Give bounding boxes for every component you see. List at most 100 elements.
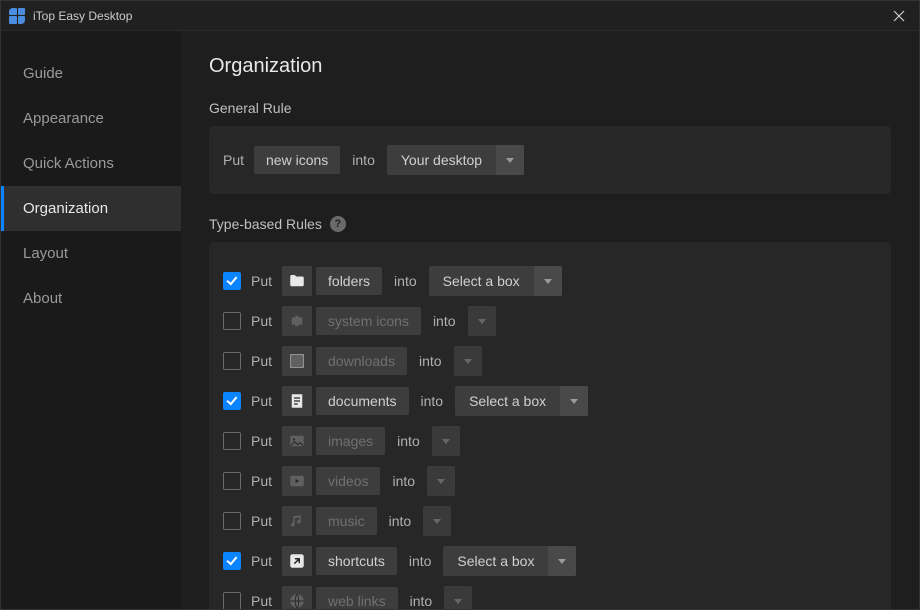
music-icon <box>282 506 312 536</box>
into-label: into <box>392 473 415 489</box>
shortcut-icon <box>282 546 312 576</box>
chevron-down-icon <box>496 145 524 175</box>
sidebar-item-about[interactable]: About <box>1 276 181 321</box>
rule-target-select[interactable]: Select a box <box>429 266 562 296</box>
into-label: into <box>409 553 432 569</box>
rule-checkbox[interactable] <box>223 432 241 450</box>
globe-icon <box>282 586 312 609</box>
chevron-down-icon <box>454 346 482 376</box>
rule-row-system-icons: Put system icons into <box>223 306 877 336</box>
rule-type-label: shortcuts <box>316 547 397 575</box>
put-label: Put <box>251 553 272 569</box>
folder-icon <box>282 266 312 296</box>
select-value: Select a box <box>455 393 560 409</box>
app-title: iTop Easy Desktop <box>33 9 132 23</box>
into-label: into <box>352 152 375 168</box>
rule-type-label: web links <box>316 587 398 609</box>
gear-icon <box>282 306 312 336</box>
download-icon <box>282 346 312 376</box>
new-icons-pill: new icons <box>254 146 340 174</box>
chevron-down-icon <box>468 306 496 336</box>
put-label: Put <box>251 473 272 489</box>
rule-checkbox[interactable] <box>223 512 241 530</box>
chevron-down-icon <box>432 426 460 456</box>
rule-row-downloads: Put downloads into <box>223 346 877 376</box>
into-label: into <box>389 513 412 529</box>
into-label: into <box>419 353 442 369</box>
select-value: Your desktop <box>387 152 496 168</box>
chevron-down-icon <box>427 466 455 496</box>
rule-target-select <box>432 426 460 456</box>
put-label: Put <box>251 593 272 609</box>
rule-checkbox[interactable] <box>223 552 241 570</box>
rule-type-label: videos <box>316 467 380 495</box>
sidebar-item-organization[interactable]: Organization <box>1 186 181 231</box>
put-label: Put <box>251 393 272 409</box>
sidebar-item-layout[interactable]: Layout <box>1 231 181 276</box>
content: Organization General Rule Put new icons … <box>181 31 919 609</box>
help-icon[interactable]: ? <box>330 216 346 232</box>
rule-type-label: folders <box>316 267 382 295</box>
into-label: into <box>394 273 417 289</box>
rule-checkbox[interactable] <box>223 352 241 370</box>
rule-row-shortcuts: Put shortcuts into Select a box <box>223 546 877 576</box>
chevron-down-icon <box>444 586 472 609</box>
chevron-down-icon <box>560 386 588 416</box>
type-rules-text: Type-based Rules <box>209 216 322 232</box>
rule-type-label: music <box>316 507 377 535</box>
chevron-down-icon <box>534 266 562 296</box>
image-icon <box>282 426 312 456</box>
select-value: Select a box <box>443 553 548 569</box>
into-label: into <box>421 393 444 409</box>
rule-target-select <box>423 506 451 536</box>
chevron-down-icon <box>548 546 576 576</box>
close-button[interactable] <box>879 1 919 31</box>
rule-row-images: Put images into <box>223 426 877 456</box>
put-label: Put <box>251 273 272 289</box>
type-rules-panel: Put folders into Select a box Put system icon… <box>209 242 891 609</box>
into-label: into <box>397 433 420 449</box>
rule-type-label: images <box>316 427 385 455</box>
into-label: into <box>433 313 456 329</box>
rule-checkbox[interactable] <box>223 312 241 330</box>
page-title: Organization <box>209 55 891 78</box>
into-label: into <box>410 593 433 609</box>
general-rule-label: General Rule <box>209 100 891 116</box>
sidebar-item-appearance[interactable]: Appearance <box>1 96 181 141</box>
sidebar: GuideAppearanceQuick ActionsOrganization… <box>1 31 181 609</box>
rule-checkbox[interactable] <box>223 472 241 490</box>
rule-target-select <box>454 346 482 376</box>
rule-target-select <box>468 306 496 336</box>
rule-type-label: downloads <box>316 347 407 375</box>
rule-row-music: Putmusicinto <box>223 506 877 536</box>
close-icon <box>893 10 905 22</box>
video-icon <box>282 466 312 496</box>
document-icon <box>282 386 312 416</box>
rule-target-select <box>427 466 455 496</box>
put-label: Put <box>251 433 272 449</box>
rule-row-documents: Put documents into Select a box <box>223 386 877 416</box>
rule-row-videos: Put videos into <box>223 466 877 496</box>
rule-row-web-links: Put web links into <box>223 586 877 609</box>
rule-checkbox[interactable] <box>223 272 241 290</box>
put-label: Put <box>251 313 272 329</box>
rule-target-select[interactable]: Select a box <box>443 546 576 576</box>
rule-row-folders: Put folders into Select a box <box>223 266 877 296</box>
general-target-select[interactable]: Your desktop <box>387 145 524 175</box>
rule-checkbox[interactable] <box>223 592 241 609</box>
type-rules-label: Type-based Rules ? <box>209 216 891 232</box>
sidebar-item-quick-actions[interactable]: Quick Actions <box>1 141 181 186</box>
put-label: Put <box>223 152 244 168</box>
rule-type-label: system icons <box>316 307 421 335</box>
general-rule-panel: Put new icons into Your desktop <box>209 126 891 194</box>
sidebar-item-guide[interactable]: Guide <box>1 51 181 96</box>
select-value: Select a box <box>429 273 534 289</box>
rule-target-select[interactable]: Select a box <box>455 386 588 416</box>
rule-target-select <box>444 586 472 609</box>
put-label: Put <box>251 353 272 369</box>
rule-checkbox[interactable] <box>223 392 241 410</box>
chevron-down-icon <box>423 506 451 536</box>
app-icon <box>9 8 25 24</box>
title-bar: iTop Easy Desktop <box>1 1 919 31</box>
rule-type-label: documents <box>316 387 408 415</box>
